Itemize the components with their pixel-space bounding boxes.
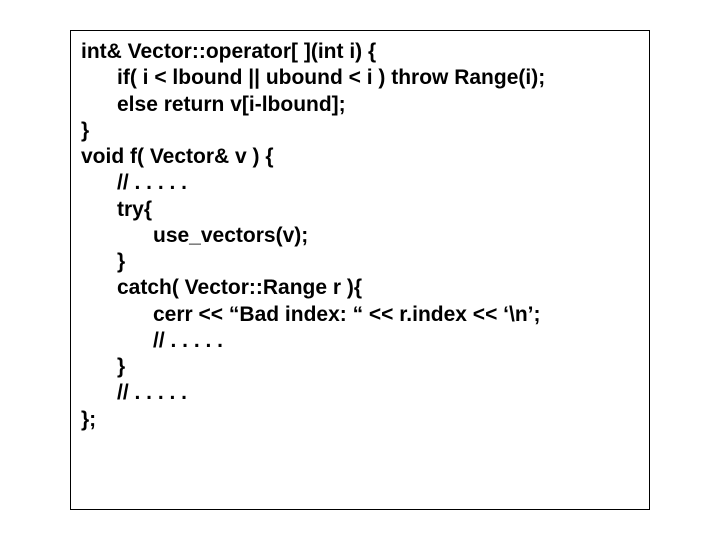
code-line: use_vectors(v); — [81, 223, 639, 249]
code-line: } — [81, 118, 639, 144]
code-line: try{ — [81, 197, 639, 223]
code-line: } — [81, 354, 639, 380]
code-line: // . . . . . — [81, 380, 639, 406]
code-line: void f( Vector& v ) { — [81, 144, 639, 170]
code-line: }; — [81, 407, 639, 433]
code-line: // . . . . . — [81, 170, 639, 196]
code-line: catch( Vector::Range r ){ — [81, 275, 639, 301]
code-line: int& Vector::operator[ ](int i) { — [81, 39, 639, 65]
code-listing-box: int& Vector::operator[ ](int i) { if( i … — [70, 30, 650, 510]
code-line: if( i < lbound || ubound < i ) throw Ran… — [81, 65, 639, 91]
code-line: // . . . . . — [81, 328, 639, 354]
code-line: } — [81, 249, 639, 275]
code-line: cerr << “Bad index: “ << r.index << ‘\n’… — [81, 302, 639, 328]
code-line: else return v[i-lbound]; — [81, 92, 639, 118]
